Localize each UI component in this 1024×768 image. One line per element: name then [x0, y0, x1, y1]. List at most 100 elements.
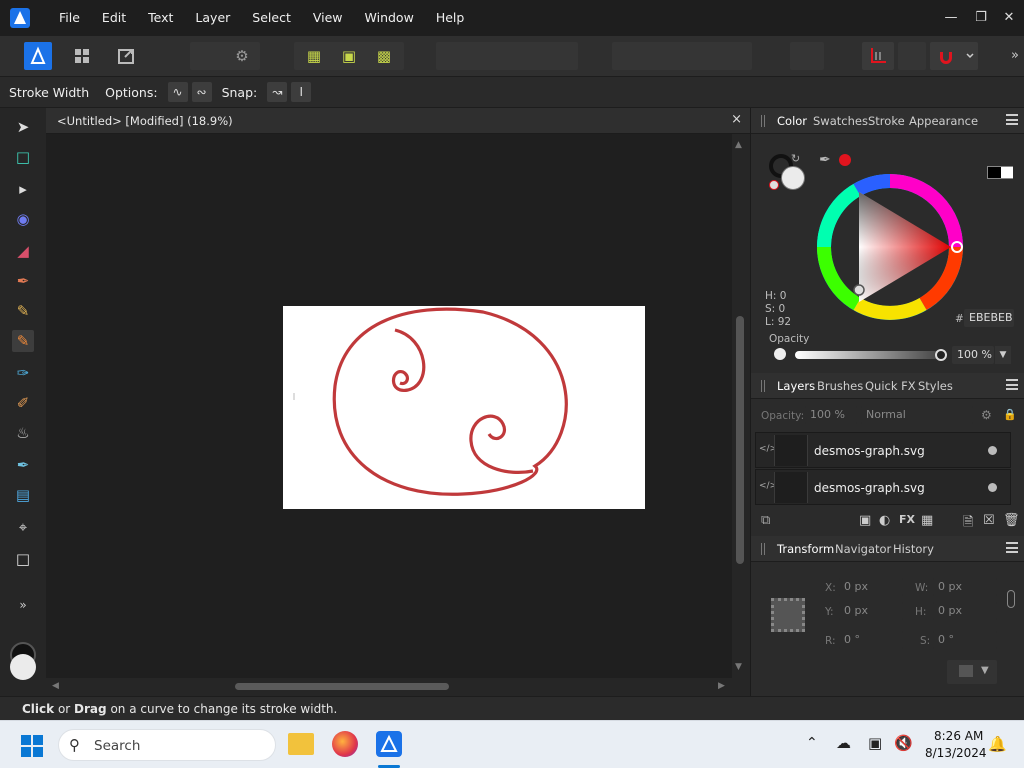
arrange-layers-icon[interactable]: ⧉: [761, 513, 770, 528]
outer-loop-curve[interactable]: [332, 307, 568, 496]
layer-settings-icon[interactable]: ⚙: [981, 408, 992, 422]
select-all-icon[interactable]: ▦: [303, 45, 325, 67]
anchor-point-selector[interactable]: [771, 598, 805, 632]
tab-styles[interactable]: Styles: [918, 379, 953, 393]
minimize-icon[interactable]: —: [936, 0, 966, 36]
display-icon[interactable]: ▣: [868, 734, 882, 752]
fill-color-swatch[interactable]: [10, 654, 36, 680]
menu-select[interactable]: Select: [241, 0, 302, 36]
stroke-width-tool-icon[interactable]: ✎: [12, 330, 34, 352]
transparency-tool-icon[interactable]: ✒: [12, 454, 34, 476]
boolean-group[interactable]: [612, 42, 752, 70]
panel-grip-icon[interactable]: [761, 380, 765, 392]
snapping-options-icon[interactable]: [862, 42, 894, 70]
tab-transform[interactable]: Transform: [777, 542, 834, 556]
opacity-slider[interactable]: [795, 351, 941, 359]
align-button[interactable]: [790, 42, 824, 70]
black-white-toggle[interactable]: [987, 166, 1013, 179]
scroll-right-icon[interactable]: ▶: [718, 681, 725, 691]
tab-swatches[interactable]: Swatches: [813, 114, 868, 128]
rectangle-tool-icon[interactable]: □: [12, 548, 34, 570]
lock-icon[interactable]: 🔒: [1003, 408, 1017, 421]
cloud-off-icon[interactable]: ☁: [836, 734, 851, 752]
shear-input[interactable]: 0 °: [933, 631, 997, 649]
toolbar-more-icon[interactable]: »: [1004, 45, 1024, 67]
crop-tool-icon[interactable]: ⌖: [12, 516, 34, 538]
pixel-persona-icon[interactable]: [68, 42, 96, 70]
color-handle[interactable]: [853, 284, 865, 296]
tab-brushes[interactable]: Brushes: [817, 379, 863, 393]
contour-tool-icon[interactable]: ◉: [12, 208, 34, 230]
layer-opacity-input[interactable]: 100 %: [805, 406, 857, 424]
upper-spiral-curve[interactable]: [391, 328, 426, 392]
fill-tool-icon[interactable]: ♨: [12, 422, 34, 444]
x-input[interactable]: 0 px: [839, 578, 903, 596]
layer-row[interactable]: </> desmos-graph.svg: [755, 469, 1011, 505]
menu-file[interactable]: File: [48, 0, 91, 36]
add-layer-icon[interactable]: 🗎: [963, 513, 973, 535]
affinity-designer-taskbar-icon[interactable]: [376, 731, 402, 757]
corner-tool-icon[interactable]: ◢: [12, 240, 34, 262]
layers-panel-menu-icon[interactable]: [1006, 379, 1018, 390]
picked-color-swatch[interactable]: [839, 154, 851, 166]
scroll-down-icon[interactable]: ▼: [735, 662, 742, 672]
artboard-tool-icon[interactable]: □: [12, 146, 34, 168]
layer-row[interactable]: </> desmos-graph.svg: [755, 432, 1011, 468]
adjustment-icon[interactable]: ◐: [879, 513, 890, 528]
spiral-curve-drawing[interactable]: [283, 306, 645, 509]
pressure-profile-icon[interactable]: ∿: [167, 82, 188, 102]
gear-icon[interactable]: ⚙: [231, 45, 253, 67]
file-explorer-icon[interactable]: [288, 733, 314, 755]
menu-layer[interactable]: Layer: [184, 0, 241, 36]
hatch-icon[interactable]: ▦: [921, 513, 933, 528]
scroll-up-icon[interactable]: ▲: [735, 140, 742, 150]
select-nodes-icon[interactable]: ▣: [338, 45, 360, 67]
pen-tool-icon[interactable]: ✒: [12, 270, 34, 292]
firefox-icon[interactable]: [332, 731, 358, 757]
panel-grip-icon[interactable]: [761, 543, 765, 555]
tab-stroke[interactable]: Stroke: [868, 114, 905, 128]
more-tools-icon[interactable]: »: [12, 594, 34, 616]
designer-persona-icon[interactable]: [24, 42, 52, 70]
tab-quick-fx[interactable]: Quick FX: [865, 379, 916, 393]
move-tool-icon[interactable]: ➤: [12, 116, 34, 138]
export-persona-icon[interactable]: [112, 42, 140, 70]
vector-brush-tool-icon[interactable]: ✑: [12, 362, 34, 384]
opacity-input[interactable]: 100 %: [952, 346, 994, 364]
hex-input[interactable]: EBEBEB: [964, 309, 1014, 327]
group-layers-icon[interactable]: ☒: [983, 513, 995, 528]
snap-to-text-icon[interactable]: I: [291, 82, 312, 102]
pencil-tool-icon[interactable]: ✎: [12, 300, 34, 322]
y-input[interactable]: 0 px: [839, 602, 903, 620]
select-objects-icon[interactable]: ▩: [373, 45, 395, 67]
chevron-up-icon[interactable]: ⌃: [806, 735, 818, 751]
tab-history[interactable]: History: [893, 542, 934, 556]
taskbar-search-box[interactable]: ⚲ Search: [58, 729, 276, 761]
lock-aspect-icon[interactable]: [1007, 590, 1015, 608]
restore-icon[interactable]: ❐: [966, 0, 996, 36]
tab-layers[interactable]: Layers: [777, 379, 815, 393]
lower-spiral-curve[interactable]: [469, 414, 534, 474]
close-document-icon[interactable]: ×: [731, 112, 742, 127]
color-picker-icon[interactable]: ✒: [819, 152, 831, 168]
rotation-input[interactable]: 0 °: [839, 631, 903, 649]
fx-icon[interactable]: FX: [899, 513, 915, 526]
node-tool-icon[interactable]: ▸: [12, 178, 34, 200]
speaker-muted-icon[interactable]: 🔇: [894, 734, 913, 752]
mask-icon[interactable]: ▣: [859, 513, 871, 528]
horizontal-scroll-thumb[interactable]: [235, 683, 449, 690]
menu-help[interactable]: Help: [425, 0, 476, 36]
document-tab[interactable]: <Untitled> [Modified] (18.9%) ×: [46, 108, 750, 134]
clock-time[interactable]: 8:26 AM: [934, 729, 983, 743]
h-input[interactable]: 0 px: [933, 602, 997, 620]
blend-mode-select[interactable]: Normal: [861, 406, 973, 424]
tab-navigator[interactable]: Navigator: [835, 542, 891, 556]
vertical-scroll-thumb[interactable]: [736, 316, 744, 564]
opacity-slider-knob[interactable]: [935, 349, 947, 361]
opacity-dropdown-icon[interactable]: ▼: [995, 346, 1011, 364]
color-wheel[interactable]: [815, 172, 965, 322]
stroke-profile-icon[interactable]: ∾: [191, 82, 212, 102]
color-panel-menu-icon[interactable]: [1006, 114, 1018, 125]
place-image-tool-icon[interactable]: ▤: [12, 484, 34, 506]
snap-to-curve-icon[interactable]: ↝: [267, 82, 288, 102]
